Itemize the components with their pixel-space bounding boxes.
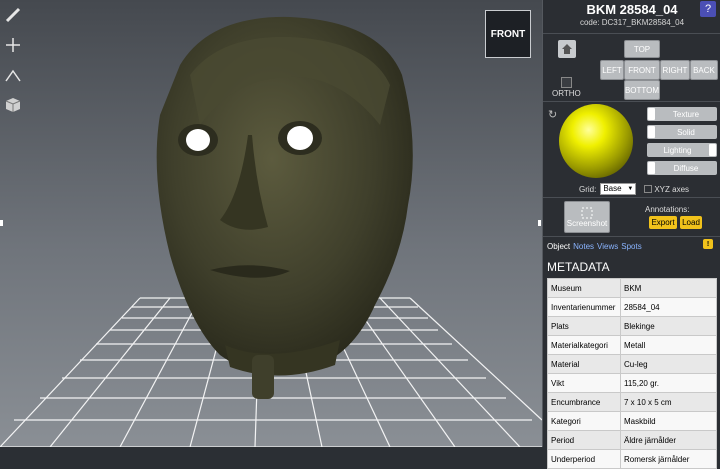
- object-title: BKM 28584_04: [586, 2, 678, 17]
- reset-light-icon[interactable]: ↻: [548, 108, 557, 121]
- tab-views[interactable]: Views: [597, 242, 618, 251]
- solid-toggle[interactable]: Solid: [647, 125, 717, 139]
- metadata-key: Materialkategori: [547, 335, 621, 355]
- divider: [543, 101, 720, 102]
- info-tabs: Object Notes Views Spots: [547, 242, 642, 251]
- metadata-value: BKM: [620, 278, 717, 298]
- metadata-key: Inventarienummer: [547, 297, 621, 317]
- metadata-value: Maskbild: [620, 411, 717, 431]
- ortho-checkbox[interactable]: [561, 77, 572, 88]
- view-left-button[interactable]: LEFT: [600, 60, 624, 80]
- annotations-label: Annotations:: [645, 205, 690, 214]
- view-top-button[interactable]: TOP: [624, 40, 660, 58]
- divider: [543, 197, 720, 198]
- view-cube-label: FRONT: [490, 28, 526, 40]
- view-back-button[interactable]: BACK: [690, 60, 718, 80]
- grid-label: Grid:: [579, 184, 597, 194]
- cube-icon[interactable]: [4, 96, 22, 114]
- ruler-icon[interactable]: [4, 6, 22, 24]
- notification-badge[interactable]: !: [703, 239, 713, 249]
- grid-select[interactable]: Base ▼: [600, 183, 637, 195]
- metadata-key: Underperiod: [547, 449, 621, 469]
- texture-label: Texture: [672, 109, 700, 119]
- view-front-button[interactable]: FRONT: [624, 60, 660, 80]
- table-row: Museum BKM: [547, 278, 717, 298]
- home-icon: [562, 44, 572, 54]
- metadata-key: Museum: [547, 278, 621, 298]
- divider: [543, 33, 720, 34]
- table-row: Vikt 115,20 gr.: [547, 373, 717, 393]
- metadata-key: Plats: [547, 316, 621, 336]
- viewer-toolbar: [4, 6, 22, 126]
- tab-spots[interactable]: Spots: [621, 242, 641, 251]
- metadata-value: 7 x 10 x 5 cm: [620, 392, 717, 412]
- metadata-value: Cu-leg: [620, 354, 717, 374]
- table-row: Inventarienummer 28584_04: [547, 297, 717, 317]
- view-right-button[interactable]: RIGHT: [660, 60, 690, 80]
- metadata-key: Kategori: [547, 411, 621, 431]
- table-row: Underperiod Romersk järnålder: [547, 449, 717, 469]
- screenshot-button[interactable]: Screenshot: [564, 201, 610, 233]
- home-view-button[interactable]: [558, 40, 576, 58]
- 3d-viewport[interactable]: FRONT: [0, 0, 542, 447]
- light-direction-sphere[interactable]: [559, 104, 633, 178]
- metadata-key: Encumbrance: [547, 392, 621, 412]
- table-row: Kategori Maskbild: [547, 411, 717, 431]
- metadata-value: 28584_04: [620, 297, 717, 317]
- view-bottom-button[interactable]: BOTTOM: [624, 80, 660, 100]
- texture-toggle[interactable]: Texture: [647, 107, 717, 121]
- diffuse-toggle[interactable]: Diffuse: [647, 161, 717, 175]
- view-cube[interactable]: FRONT: [485, 10, 531, 58]
- metadata-table: Museum BKM Inventarienummer 28584_04 Plats…: [547, 278, 717, 469]
- help-button[interactable]: ?: [700, 1, 716, 17]
- divider: [543, 236, 720, 237]
- metadata-value: 115,20 gr.: [620, 373, 717, 393]
- lighting-label: Lighting: [663, 145, 692, 155]
- object-code: code: DC317_BKM28584_04: [579, 18, 685, 27]
- export-button[interactable]: Export: [649, 216, 677, 229]
- solid-label: Solid: [677, 127, 695, 137]
- xyz-axes-checkbox[interactable]: [644, 185, 653, 193]
- crosshair-icon[interactable]: [4, 36, 22, 54]
- bronze-mask-model[interactable]: [140, 5, 420, 405]
- lighting-toggle[interactable]: Lighting: [647, 143, 717, 157]
- side-panel: BKM 28584_04 code: DC317_BKM28584_04 ? T…: [542, 0, 720, 469]
- toggle-knob: [709, 144, 716, 156]
- toggle-knob: [648, 108, 655, 120]
- xyz-axes-label: XYZ axes: [654, 184, 690, 194]
- grid-select-value: Base: [603, 184, 622, 193]
- metadata-key: Material: [547, 354, 621, 374]
- edge-marker-right: [538, 220, 541, 226]
- tab-object[interactable]: Object: [547, 242, 570, 251]
- table-row: Encumbrance 7 x 10 x 5 cm: [547, 392, 717, 412]
- screenshot-label: Screenshot: [566, 218, 608, 228]
- table-row: Plats Blekinge: [547, 316, 717, 336]
- tab-notes[interactable]: Notes: [573, 242, 594, 251]
- table-row: Materialkategori Metall: [547, 335, 717, 355]
- table-row: Material Cu-leg: [547, 354, 717, 374]
- metadata-value: Metall: [620, 335, 717, 355]
- toggle-knob: [648, 126, 655, 138]
- screenshot-icon: [581, 207, 593, 218]
- toggle-knob: [648, 162, 655, 174]
- metadata-value: Romersk järnålder: [620, 449, 717, 469]
- chevron-down-icon: ▼: [627, 186, 634, 192]
- metadata-value: Blekinge: [620, 316, 717, 336]
- ortho-label: ORTHO: [552, 89, 581, 98]
- metadata-key: Vikt: [547, 373, 621, 393]
- load-button[interactable]: Load: [680, 216, 702, 229]
- grid-row: Grid: Base ▼ XYZ axes: [543, 183, 720, 195]
- diffuse-label: Diffuse: [673, 163, 699, 173]
- angle-icon[interactable]: [4, 66, 22, 84]
- metadata-title: METADATA: [547, 260, 610, 274]
- edge-marker-left: [0, 220, 3, 226]
